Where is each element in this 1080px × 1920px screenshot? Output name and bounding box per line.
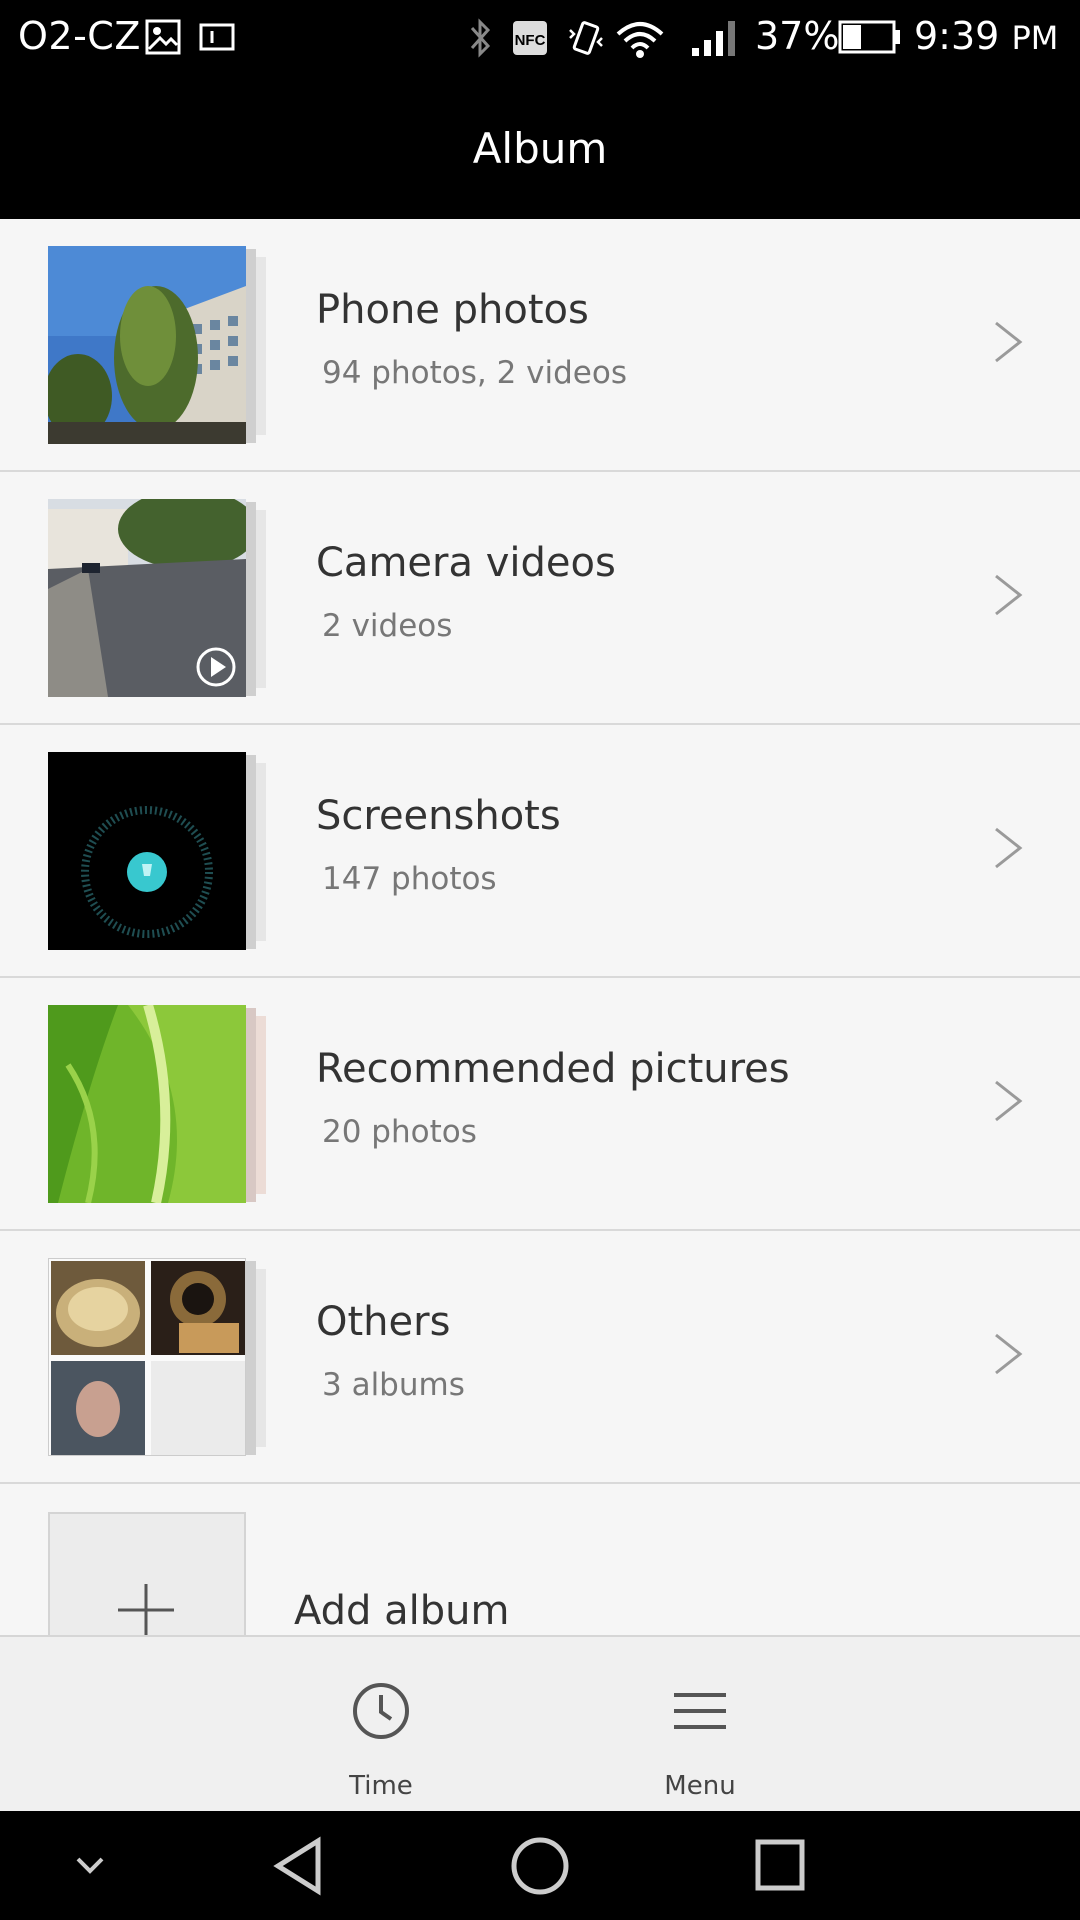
chevron-right-icon <box>995 1080 1023 1122</box>
status-bar: O2-CZ NFC 37% 9:39 PM <box>0 0 1080 78</box>
clock-time: 9:39 PM <box>914 14 1058 58</box>
recents-icon[interactable] <box>752 1811 808 1920</box>
battery-icon <box>838 20 900 54</box>
photo-thumbnail-image <box>48 246 246 444</box>
time-suffix: PM <box>1011 19 1059 57</box>
bottom-tab-bar: Time Menu <box>0 1635 1080 1811</box>
page-title: Album <box>472 124 608 173</box>
leaf-thumbnail-image <box>48 1005 246 1203</box>
others-grid-thumbnail <box>49 1259 245 1455</box>
add-album-label: Add album <box>294 1588 510 1634</box>
plus-icon <box>118 1584 174 1638</box>
navigation-bar <box>0 1811 1080 1920</box>
album-name: Camera videos <box>316 540 616 586</box>
album-count: 2 videos <box>322 608 453 644</box>
menu-icon <box>674 1693 726 1729</box>
chevron-right-icon <box>995 321 1023 363</box>
clock-icon <box>353 1683 409 1739</box>
input-icon <box>199 23 235 51</box>
album-thumbnail <box>48 752 246 950</box>
album-row-camera-videos[interactable]: Camera videos 2 videos <box>0 472 1080 725</box>
album-row-others[interactable]: Others 3 albums <box>0 1231 1080 1484</box>
tab-time-label: Time <box>349 1771 413 1801</box>
album-thumbnail <box>48 246 246 444</box>
video-thumbnail-image <box>48 499 246 697</box>
album-row-phone-photos[interactable]: Phone photos 94 photos, 2 videos <box>0 219 1080 472</box>
back-icon[interactable] <box>270 1811 330 1920</box>
image-icon <box>145 19 181 55</box>
title-bar: Album <box>0 78 1080 219</box>
album-count: 3 albums <box>322 1367 465 1403</box>
bluetooth-icon <box>470 18 491 58</box>
album-count: 147 photos <box>322 861 497 897</box>
chevron-right-icon <box>995 827 1023 869</box>
album-thumbnail <box>48 1258 246 1456</box>
album-count: 94 photos, 2 videos <box>322 355 627 391</box>
signal-icon <box>692 21 735 56</box>
album-list[interactable]: Phone photos 94 photos, 2 videos Camera … <box>0 219 1080 1635</box>
album-count: 20 photos <box>322 1114 477 1150</box>
carrier-label: O2-CZ <box>18 14 141 58</box>
screenshot-thumbnail-image <box>48 752 246 950</box>
tab-menu-label: Menu <box>664 1771 736 1801</box>
hide-nav-icon[interactable] <box>68 1811 112 1920</box>
album-row-screenshots[interactable]: Screenshots 147 photos <box>0 725 1080 978</box>
tab-time[interactable]: Time <box>281 1637 481 1813</box>
battery-percent: 37% <box>755 14 840 58</box>
album-name: Phone photos <box>316 287 589 333</box>
home-icon[interactable] <box>508 1811 572 1920</box>
album-name: Screenshots <box>316 793 561 839</box>
chevron-right-icon <box>995 574 1023 616</box>
album-thumbnail <box>48 1005 246 1203</box>
album-thumbnail <box>48 499 246 697</box>
album-name: Recommended pictures <box>316 1046 790 1092</box>
album-name: Others <box>316 1299 451 1345</box>
nfc-icon: NFC <box>513 21 547 55</box>
tab-menu[interactable]: Menu <box>600 1637 800 1813</box>
svg-text:NFC: NFC <box>515 32 546 49</box>
time-value: 9:39 <box>914 14 1000 58</box>
chevron-right-icon <box>995 1333 1023 1375</box>
album-row-recommended-pictures[interactable]: Recommended pictures 20 photos <box>0 978 1080 1231</box>
wifi-icon <box>616 22 664 58</box>
vibrate-icon <box>569 21 603 55</box>
